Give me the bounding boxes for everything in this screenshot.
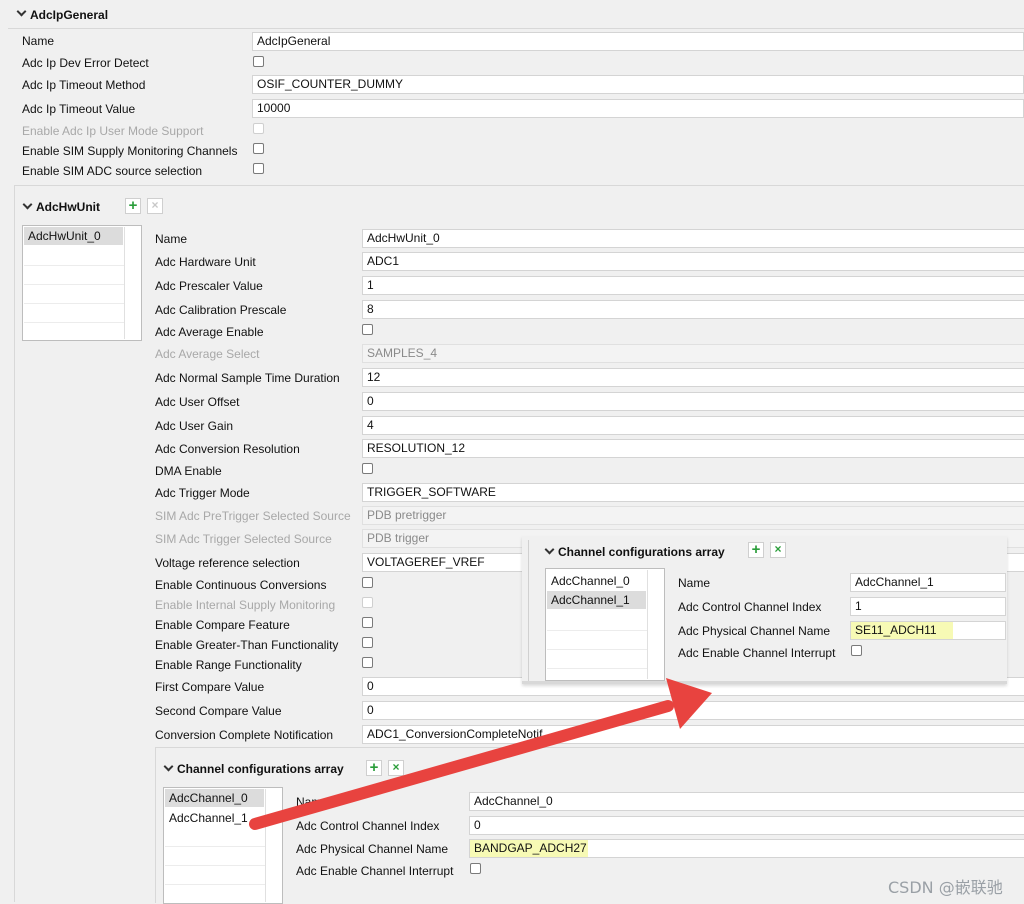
watermark: CSDN @嵌联驰 — [888, 878, 1003, 897]
annotation-arrow-icon — [249, 678, 712, 830]
